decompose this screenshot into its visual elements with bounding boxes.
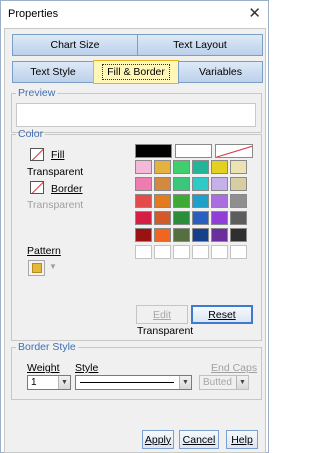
palette-swatch[interactable]: [211, 160, 228, 174]
reset-label: Reset: [208, 308, 236, 321]
end-caps-label: End Caps: [211, 362, 258, 374]
properties-dialog: Properties ✕ Chart Size Text Layout Text…: [0, 0, 269, 453]
palette-swatch[interactable]: [173, 211, 190, 225]
weight-dropdown[interactable]: 1 ▼: [27, 375, 71, 390]
border-value: Transparent: [27, 199, 84, 211]
preview-legend: Preview: [18, 87, 56, 99]
weight-label: Weight: [27, 362, 60, 374]
pattern-lock-icon: [32, 263, 42, 273]
tab-label: Chart Size: [50, 39, 100, 51]
palette-swatch[interactable]: [135, 177, 152, 191]
style-label: Style: [75, 362, 99, 374]
border-icon[interactable]: [30, 181, 44, 194]
tab-fill-border[interactable]: Fill & Border: [93, 60, 179, 84]
cancel-label: Cancel: [182, 433, 216, 446]
transparent-slash-icon: [216, 145, 252, 157]
border-style-legend: Border Style: [18, 341, 76, 353]
palette-swatch[interactable]: [211, 228, 228, 242]
palette-swatch[interactable]: [230, 177, 247, 191]
preview-area: [16, 103, 256, 127]
palette-swatch[interactable]: [230, 245, 247, 259]
swatch-white[interactable]: [175, 144, 212, 158]
end-caps-value: Butted: [203, 377, 232, 388]
tab-variables[interactable]: Variables: [178, 61, 263, 83]
palette-swatch[interactable]: [135, 228, 152, 242]
palette-swatch[interactable]: [192, 228, 209, 242]
palette-swatch[interactable]: [230, 194, 247, 208]
palette-swatch[interactable]: [192, 177, 209, 191]
fill-label[interactable]: Fill: [51, 149, 64, 161]
tab-label: Text Layout: [173, 39, 227, 51]
palette-swatch[interactable]: [192, 160, 209, 174]
palette-swatch[interactable]: [154, 245, 171, 259]
help-button[interactable]: Help: [226, 430, 258, 449]
apply-label: Apply: [144, 433, 172, 446]
palette-swatch[interactable]: [135, 194, 152, 208]
palette-swatch[interactable]: [211, 194, 228, 208]
palette-swatch[interactable]: [154, 160, 171, 174]
pattern-label: Pattern: [27, 245, 61, 257]
help-label: Help: [231, 433, 253, 446]
window-title: Properties: [8, 8, 59, 20]
palette-swatch[interactable]: [211, 245, 228, 259]
palette-swatch[interactable]: [230, 211, 247, 225]
cancel-button[interactable]: Cancel: [179, 430, 219, 449]
swatch-black[interactable]: [135, 144, 172, 158]
fill-value: Transparent: [27, 166, 84, 178]
palette-swatch[interactable]: [173, 160, 190, 174]
swatch-transparent[interactable]: [215, 144, 253, 158]
weight-value: 1: [31, 377, 37, 388]
tab-label: Variables: [199, 66, 242, 78]
palette-swatch[interactable]: [154, 228, 171, 242]
edit-label: Edit: [152, 308, 172, 321]
palette-swatch[interactable]: [154, 177, 171, 191]
palette-swatch[interactable]: [211, 177, 228, 191]
tab-label: Fill & Border: [102, 64, 170, 80]
chevron-down-icon: ▼: [179, 376, 191, 389]
palette-swatch[interactable]: [173, 177, 190, 191]
style-dropdown[interactable]: ▼: [75, 375, 192, 390]
solid-line-icon: [80, 382, 174, 383]
palette-swatch[interactable]: [192, 194, 209, 208]
palette-swatch[interactable]: [135, 160, 152, 174]
palette-swatch[interactable]: [135, 245, 152, 259]
close-icon[interactable]: ✕: [248, 4, 261, 22]
fill-icon[interactable]: [30, 148, 44, 161]
pattern-dropdown-icon[interactable]: ▼: [49, 262, 57, 271]
tab-chart-size[interactable]: Chart Size: [12, 34, 138, 56]
dialog-body: Chart Size Text Layout Text Style Fill &…: [4, 28, 266, 453]
chevron-down-icon: ▼: [58, 376, 70, 389]
palette-swatch[interactable]: [230, 160, 247, 174]
palette-swatch[interactable]: [192, 211, 209, 225]
chevron-down-icon: ▼: [236, 376, 248, 389]
edit-button[interactable]: Edit: [136, 305, 188, 324]
palette-swatch[interactable]: [154, 211, 171, 225]
palette-swatch[interactable]: [173, 194, 190, 208]
reset-button[interactable]: Reset: [191, 305, 253, 324]
palette-swatch[interactable]: [192, 245, 209, 259]
end-caps-dropdown[interactable]: Butted ▼: [199, 375, 249, 390]
apply-button[interactable]: Apply: [142, 430, 174, 449]
palette-swatch[interactable]: [211, 211, 228, 225]
palette-swatch[interactable]: [173, 245, 190, 259]
title-bar: Properties ✕: [1, 1, 268, 27]
tab-text-style[interactable]: Text Style: [12, 61, 94, 83]
tab-text-layout[interactable]: Text Layout: [137, 34, 263, 56]
palette-swatch[interactable]: [135, 211, 152, 225]
tab-label: Text Style: [30, 66, 76, 78]
palette-swatch[interactable]: [154, 194, 171, 208]
palette-swatch[interactable]: [173, 228, 190, 242]
pattern-picker[interactable]: [28, 260, 45, 276]
current-color-label: Transparent: [137, 325, 194, 337]
border-label[interactable]: Border: [51, 183, 83, 195]
color-legend: Color: [18, 128, 44, 140]
palette-swatch[interactable]: [230, 228, 247, 242]
